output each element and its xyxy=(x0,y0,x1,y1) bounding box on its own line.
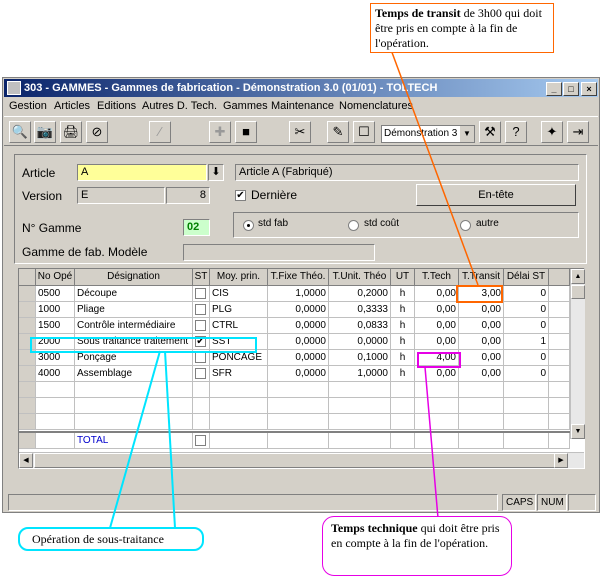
soustraitance-callout: Opération de sous-traitance xyxy=(18,527,204,551)
callout-lines xyxy=(109,46,479,529)
transit-callout: Temps de transit de 3h00 qui doit être p… xyxy=(370,3,554,53)
tech-callout: Temps technique qui doit être pris en co… xyxy=(322,516,512,576)
